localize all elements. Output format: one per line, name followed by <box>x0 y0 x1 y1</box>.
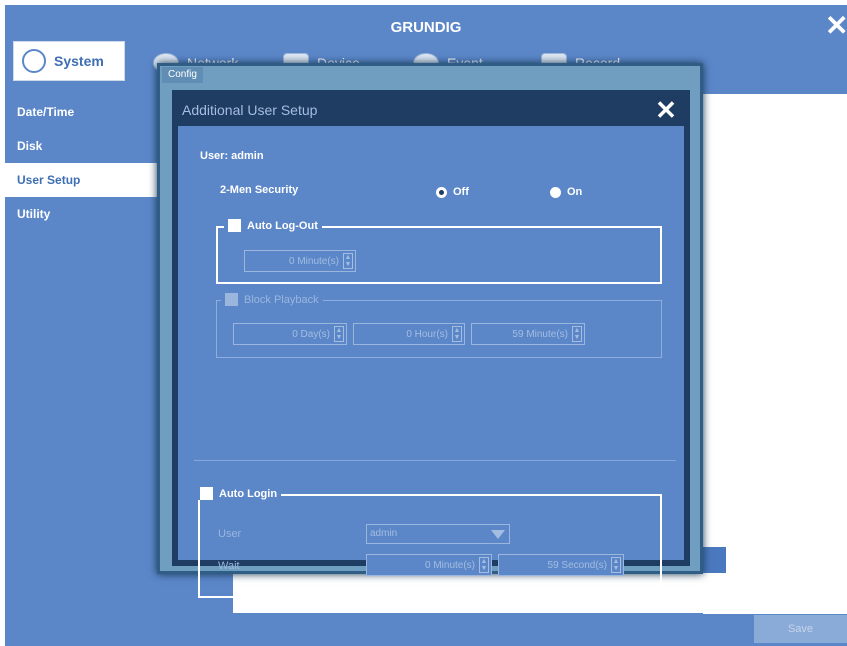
sidebar-item-utility[interactable]: Utility <box>5 197 157 231</box>
tab-system[interactable]: System <box>13 41 125 81</box>
sidebar-item-user-setup[interactable]: User Setup <box>5 163 157 197</box>
stepper-value: 0 Hour(s) <box>406 328 448 340</box>
auto-login-group: Auto Login User admin Wait 0 Minute(s) ▲… <box>196 487 662 598</box>
sidebar: Date/Time Disk User Setup Utility <box>5 95 157 231</box>
config-window: Config Additional User Setup ✕ User: adm… <box>157 63 703 598</box>
content-panel <box>703 94 847 614</box>
stepper-arrows-icon: ▲ ▼ <box>479 557 489 573</box>
stepper-arrows-icon: ▲ ▼ <box>343 253 353 269</box>
gear-icon <box>22 49 46 73</box>
auto-logout-checkbox[interactable] <box>228 219 241 232</box>
auto-logout-group: Auto Log-Out 0 Minute(s) ▲ ▼ <box>216 219 662 284</box>
stepper-value: 59 Minute(s) <box>512 328 568 340</box>
auto-logout-minutes-stepper[interactable]: 0 Minute(s) ▲ ▼ <box>244 250 356 272</box>
auto-login-user-label: User <box>218 528 242 540</box>
dialog-body: User: admin 2-Men Security Off On Auto L… <box>178 126 684 598</box>
stepper-arrows-icon: ▲ ▼ <box>452 326 462 342</box>
close-app-button[interactable]: ✕ <box>825 12 847 40</box>
stepper-value: 0 Day(s) <box>292 328 330 340</box>
sidebar-item-disk[interactable]: Disk <box>5 129 157 163</box>
auto-logout-legend: Auto Log-Out <box>224 219 322 232</box>
radio-label: Off <box>453 186 469 198</box>
stepper-value: 59 Second(s) <box>547 559 607 571</box>
stepper-arrows-icon: ▲ ▼ <box>334 326 344 342</box>
two-men-security-label: 2-Men Security <box>220 184 299 196</box>
user-label: User: admin <box>200 150 264 162</box>
block-playback-label: Block Playback <box>244 293 319 306</box>
content-button-edge <box>702 547 726 573</box>
save-button[interactable]: Save <box>754 615 847 643</box>
stepper-arrows-icon: ▲ ▼ <box>572 326 582 342</box>
dialog-frame: Additional User Setup ✕ User: admin 2-Me… <box>172 90 690 598</box>
brand-title: GRUNDIG <box>390 19 462 36</box>
radio-label: On <box>567 186 583 198</box>
block-playback-legend: Block Playback <box>221 293 323 306</box>
chevron-down-icon <box>491 530 505 539</box>
close-dialog-button[interactable]: ✕ <box>654 97 678 123</box>
stepper-arrows-icon: ▲ ▼ <box>611 557 621 573</box>
auto-login-wait-minutes-stepper[interactable]: 0 Minute(s) ▲ ▼ <box>366 554 492 576</box>
sidebar-item-date-time[interactable]: Date/Time <box>5 95 157 129</box>
auto-login-label: Auto Login <box>219 487 278 500</box>
block-playback-hours-stepper[interactable]: 0 Hour(s) ▲ ▼ <box>353 323 465 345</box>
auto-login-user-select[interactable]: admin <box>366 524 510 544</box>
block-playback-group: Block Playback 0 Day(s) ▲ ▼ 0 Hour(s) ▲ ▼ … <box>216 293 662 358</box>
auto-login-legend: Auto Login <box>196 487 282 500</box>
stepper-value: 0 Minute(s) <box>424 559 475 571</box>
security-on-radio[interactable]: On <box>550 186 582 198</box>
window-tab: Config <box>162 67 203 83</box>
dialog-title: Additional User Setup <box>182 102 318 118</box>
block-playback-checkbox[interactable] <box>225 293 238 306</box>
auto-login-wait-seconds-stepper[interactable]: 59 Second(s) ▲ ▼ <box>498 554 624 576</box>
auto-logout-label: Auto Log-Out <box>247 219 318 232</box>
security-off-radio[interactable]: Off <box>436 186 469 198</box>
radio-selected-icon <box>436 186 447 198</box>
radio-unselected-icon <box>550 186 561 198</box>
tab-label: System <box>54 53 104 69</box>
block-playback-days-stepper[interactable]: 0 Day(s) ▲ ▼ <box>233 323 347 345</box>
block-playback-minutes-stepper[interactable]: 59 Minute(s) ▲ ▼ <box>471 323 585 345</box>
auto-login-checkbox[interactable] <box>200 487 213 500</box>
stepper-value: 0 Minute(s) <box>288 255 339 267</box>
select-value: admin <box>370 528 398 539</box>
auto-login-wait-label: Wait <box>218 560 240 572</box>
section-divider <box>194 460 676 461</box>
